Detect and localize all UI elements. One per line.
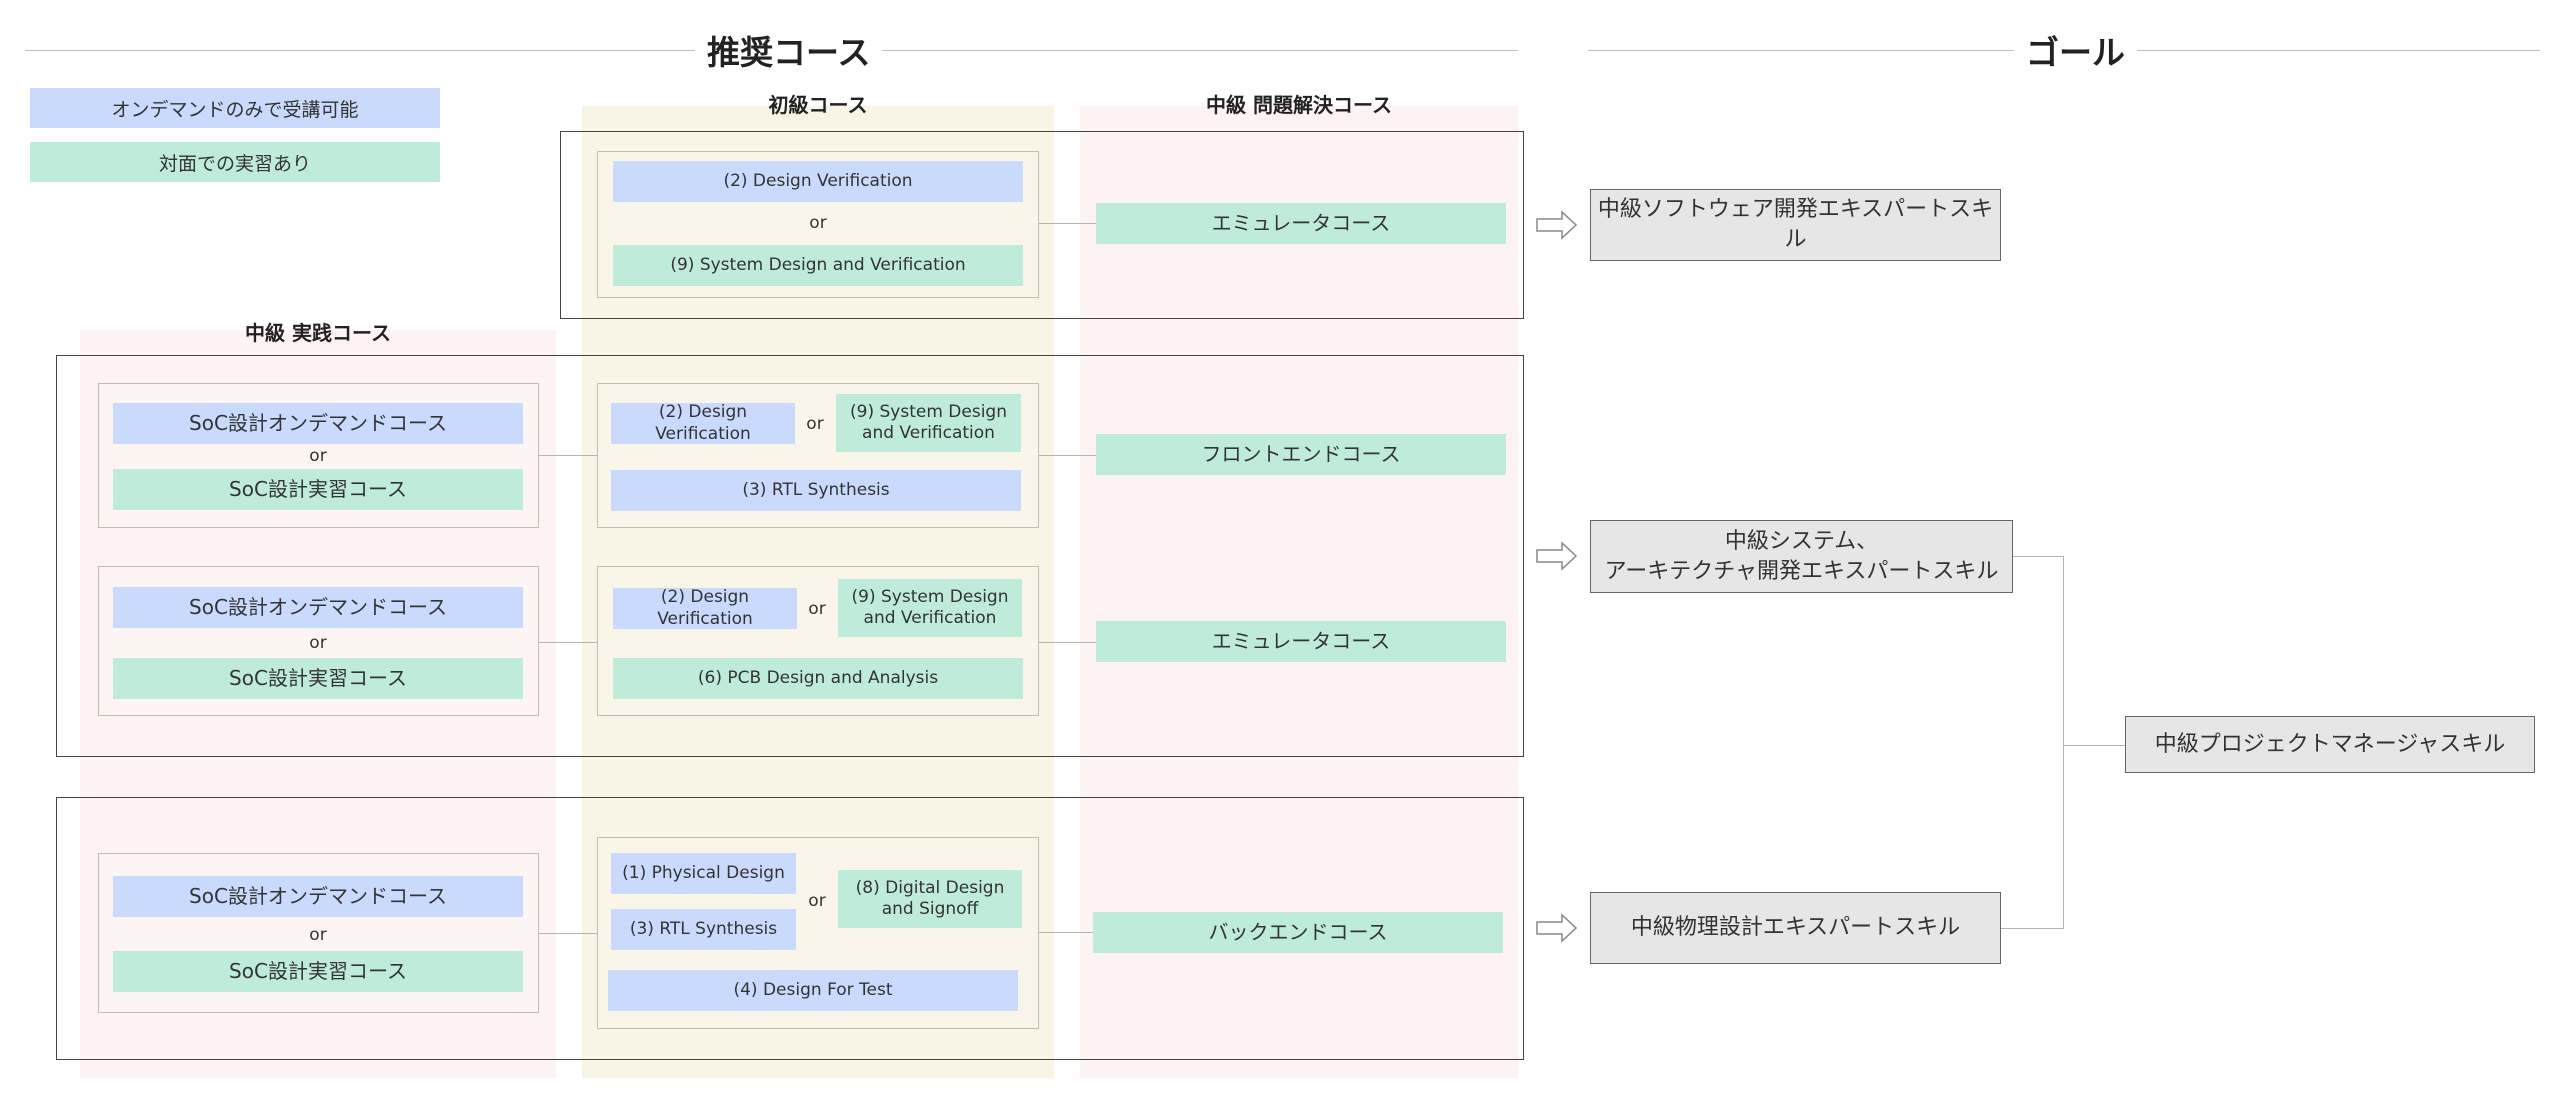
or-label: or — [309, 633, 327, 653]
course-emulator[interactable]: エミュレータコース — [1096, 621, 1506, 662]
course-system-design-verification[interactable]: (9) System Design and Verification — [836, 394, 1021, 452]
goal-connector — [2063, 556, 2064, 929]
connector — [539, 933, 597, 934]
beginner-column-header: 初級コース — [768, 92, 868, 117]
problem-column-header: 中級 問題解決コース — [1206, 92, 1392, 117]
course-rtl-synthesis[interactable]: (3) RTL Synthesis — [611, 909, 796, 950]
goal-physical-design-expert: 中級物理設計エキスパートスキル — [1590, 892, 2001, 964]
goal-system-line2: アーキテクチャ開発エキスパートスキル — [1604, 558, 1999, 584]
course-frontend[interactable]: フロントエンドコース — [1096, 434, 1506, 475]
goal-system-architecture-expert: 中級システム、 アーキテクチャ開発エキスパートスキル — [1590, 520, 2013, 593]
or-label: or — [806, 413, 824, 434]
or-label: or — [808, 598, 826, 619]
goal-connector — [2063, 745, 2125, 746]
arrow-right-icon — [1536, 913, 1578, 943]
course-physical-design[interactable]: (1) Physical Design — [611, 853, 796, 894]
course-design-verification[interactable]: (2) Design Verification — [611, 402, 795, 444]
arrow-right-icon — [1536, 541, 1578, 571]
legend-ondemand: オンデマンドのみで受講可能 — [30, 88, 440, 128]
course-system-design-verification[interactable]: (9) System Design and Verification — [613, 245, 1023, 286]
recommended-header: 推奨コース — [695, 26, 883, 74]
connector — [1039, 932, 1093, 933]
course-design-verification[interactable]: (2) Design Verification — [613, 161, 1023, 202]
or-label: or — [309, 925, 327, 945]
arrow-right-icon — [1536, 210, 1578, 240]
goal-system-line1: 中級システム、 — [1724, 528, 1879, 554]
course-soc-ondemand[interactable]: SoC設計オンデマンドコース — [113, 876, 523, 917]
course-soc-practice[interactable]: SoC設計実習コース — [113, 469, 523, 510]
course-system-design-verification[interactable]: (9) System Design and Verification — [838, 579, 1022, 637]
course-soc-practice[interactable]: SoC設計実習コース — [113, 951, 523, 992]
or-label: or — [808, 890, 826, 911]
course-soc-ondemand[interactable]: SoC設計オンデマンドコース — [113, 587, 523, 628]
course-backend[interactable]: バックエンドコース — [1093, 912, 1503, 953]
course-emulator[interactable]: エミュレータコース — [1096, 203, 1506, 244]
goal-connector — [2001, 928, 2063, 929]
goal-connector — [2013, 556, 2063, 557]
course-design-verification[interactable]: (2) Design Verification — [613, 587, 797, 629]
or-label: or — [809, 213, 827, 233]
legend-inperson: 対面での実習あり — [30, 142, 440, 182]
connector — [539, 642, 597, 643]
course-soc-practice[interactable]: SoC設計実習コース — [113, 658, 523, 699]
course-digital-design-signoff[interactable]: (8) Digital Design and Signoff — [838, 870, 1022, 928]
course-soc-ondemand[interactable]: SoC設計オンデマンドコース — [113, 403, 523, 444]
connector — [1039, 642, 1096, 643]
goal-software-expert: 中級ソフトウェア開発エキスパートスキル — [1590, 189, 2001, 261]
or-label: or — [309, 446, 327, 466]
connector — [1039, 223, 1096, 224]
course-pcb-design[interactable]: (6) PCB Design and Analysis — [613, 658, 1023, 699]
connector — [1039, 455, 1096, 456]
goal-header: ゴール — [2014, 26, 2137, 74]
practice-column-header: 中級 実践コース — [245, 320, 391, 345]
course-rtl-synthesis[interactable]: (3) RTL Synthesis — [611, 470, 1021, 511]
goal-project-manager: 中級プロジェクトマネージャスキル — [2125, 716, 2535, 773]
course-design-for-test[interactable]: (4) Design For Test — [608, 970, 1018, 1011]
connector — [539, 455, 597, 456]
